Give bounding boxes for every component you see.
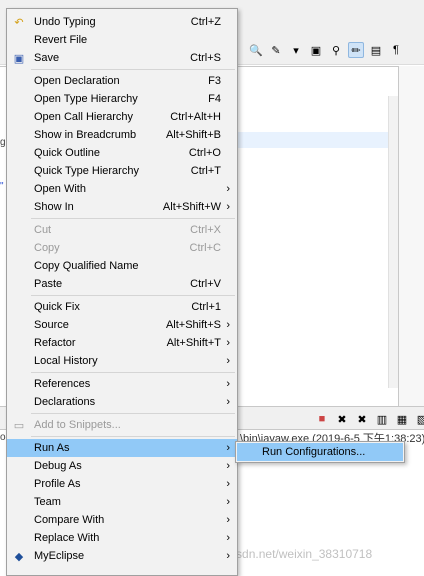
menu-item-open-type-hierarchy[interactable]: Open Type Hierarchy F4 xyxy=(7,90,237,108)
menu-item-show-in[interactable]: Show In Alt+Shift+W › xyxy=(7,198,237,216)
menu-item-replace-with[interactable]: Replace With › xyxy=(7,529,237,547)
submenu-arrow-icon: › xyxy=(226,319,230,331)
menu-item-local-history[interactable]: Local History › xyxy=(7,352,237,370)
submenu-arrow-icon: › xyxy=(226,355,230,367)
menu-item-paste[interactable]: Paste Ctrl+V xyxy=(7,275,237,293)
menu-item-open-with[interactable]: Open With › xyxy=(7,180,237,198)
submenu-arrow-icon: › xyxy=(226,496,230,508)
menu-item-revert-file[interactable]: Revert File xyxy=(7,31,237,49)
menu-separator xyxy=(31,69,235,70)
menu-item-show-in-breadcrumb[interactable]: Show in Breadcrumb Alt+Shift+B xyxy=(7,126,237,144)
menu-separator xyxy=(31,218,235,219)
submenu-arrow-icon: › xyxy=(226,378,230,390)
run-as-submenu: Run Configurations... xyxy=(235,441,405,463)
search-file-icon[interactable]: 🔍 xyxy=(248,42,264,58)
snippet-icon: ▭ xyxy=(13,419,25,432)
submenu-arrow-icon: › xyxy=(226,201,230,213)
menu-separator xyxy=(31,436,235,437)
submenu-arrow-icon: › xyxy=(226,442,230,454)
show-whitespace-icon[interactable]: ¶ xyxy=(388,42,404,58)
dropdown-arrow-icon[interactable]: ▾ xyxy=(288,42,304,58)
menu-separator xyxy=(31,372,235,373)
menu-item-run-configurations[interactable]: Run Configurations... xyxy=(237,443,403,461)
current-line-highlight xyxy=(238,132,388,148)
menu-item-open-declaration[interactable]: Open Declaration F3 xyxy=(7,72,237,90)
submenu-arrow-icon: › xyxy=(226,478,230,490)
menu-item-quick-outline[interactable]: Quick Outline Ctrl+O xyxy=(7,144,237,162)
menu-item-copy-qualified-name[interactable]: Copy Qualified Name xyxy=(7,257,237,275)
menu-item-quick-fix[interactable]: Quick Fix Ctrl+1 xyxy=(7,298,237,316)
context-menu: ↶ Undo Typing Ctrl+Z Revert File ▣ Save … xyxy=(6,8,238,576)
save-icon: ▣ xyxy=(13,52,25,65)
submenu-arrow-icon: › xyxy=(226,396,230,408)
left-fragment: " xyxy=(0,181,4,192)
menu-item-profile-as[interactable]: Profile As › xyxy=(7,475,237,493)
menu-item-source[interactable]: Source Alt+Shift+S › xyxy=(7,316,237,334)
mark-icon[interactable]: ▤ xyxy=(368,42,384,58)
terminate-icon[interactable]: ■ xyxy=(314,411,330,427)
menu-item-cut[interactable]: Cut Ctrl+X xyxy=(7,221,237,239)
submenu-arrow-icon: › xyxy=(226,337,230,349)
menu-item-declarations[interactable]: Declarations › xyxy=(7,393,237,411)
submenu-arrow-icon: › xyxy=(226,460,230,472)
brush-icon[interactable]: ✎ xyxy=(268,42,284,58)
menu-separator xyxy=(31,413,235,414)
package-icon[interactable]: ▣ xyxy=(308,42,324,58)
remove-launch-icon[interactable]: ✖ xyxy=(334,411,350,427)
menu-item-undo-typing[interactable]: ↶ Undo Typing Ctrl+Z xyxy=(7,13,237,31)
scroll-lock-icon[interactable]: ▥ xyxy=(374,411,390,427)
menu-item-copy[interactable]: Copy Ctrl+C xyxy=(7,239,237,257)
right-side-panel xyxy=(398,66,424,406)
left-fragment: g xyxy=(0,137,6,148)
menu-item-add-to-snippets[interactable]: ▭ Add to Snippets... xyxy=(7,416,237,434)
submenu-arrow-icon: › xyxy=(226,550,230,562)
menu-item-refactor[interactable]: Refactor Alt+Shift+T › xyxy=(7,334,237,352)
remove-all-icon[interactable]: ✖ xyxy=(354,411,370,427)
submenu-arrow-icon: › xyxy=(226,532,230,544)
menu-item-debug-as[interactable]: Debug As › xyxy=(7,457,237,475)
menu-item-quick-type-hierarchy[interactable]: Quick Type Hierarchy Ctrl+T xyxy=(7,162,237,180)
menu-separator xyxy=(31,295,235,296)
undo-icon: ↶ xyxy=(14,16,24,29)
highlight-icon[interactable]: ✏ xyxy=(348,42,364,58)
menu-item-save[interactable]: ▣ Save Ctrl+S xyxy=(7,49,237,67)
myeclipse-icon: ◆ xyxy=(14,550,24,563)
menu-item-team[interactable]: Team › xyxy=(7,493,237,511)
menu-item-references[interactable]: References › xyxy=(7,375,237,393)
menu-item-open-call-hierarchy[interactable]: Open Call Hierarchy Ctrl+Alt+H xyxy=(7,108,237,126)
menu-item-compare-with[interactable]: Compare With › xyxy=(7,511,237,529)
submenu-arrow-icon: › xyxy=(226,514,230,526)
menu-item-myeclipse[interactable]: ◆ MyEclipse › xyxy=(7,547,237,565)
pin-console-icon[interactable]: ▦ xyxy=(394,411,410,427)
display-console-icon[interactable]: ▧ xyxy=(414,411,424,427)
menu-item-run-as[interactable]: Run As › xyxy=(7,439,237,457)
submenu-arrow-icon: › xyxy=(226,183,230,195)
pin-icon[interactable]: ⚲ xyxy=(328,42,344,58)
